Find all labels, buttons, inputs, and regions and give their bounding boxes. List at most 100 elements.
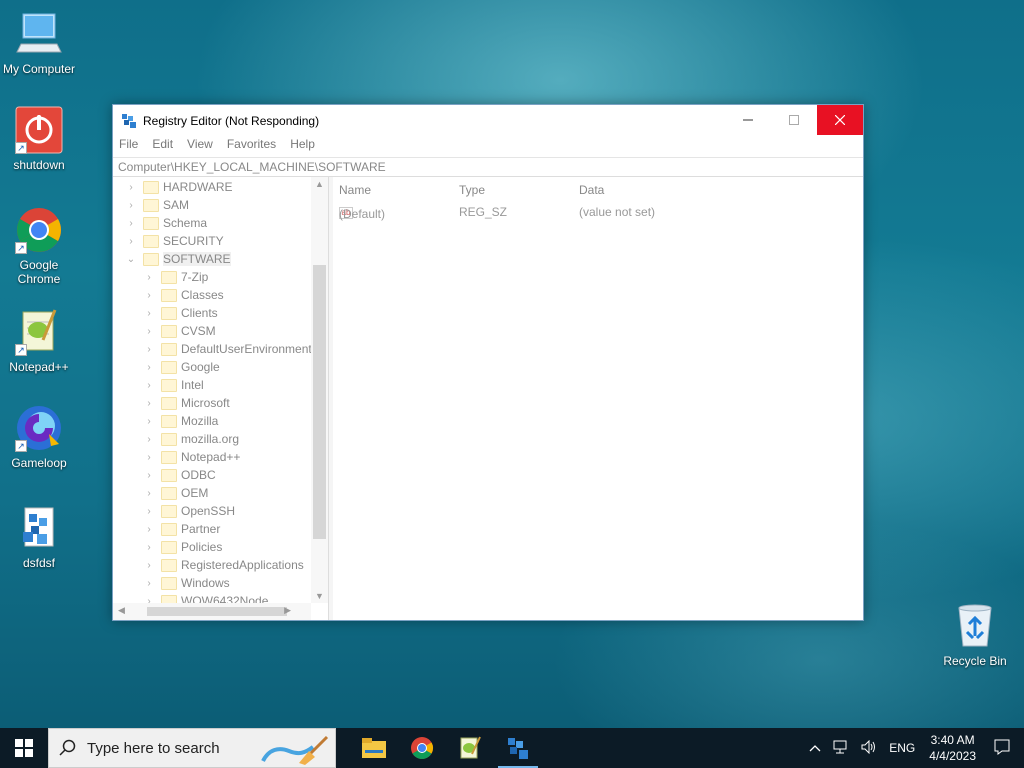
column-header-data[interactable]: Data	[579, 183, 604, 197]
tree-item-child[interactable]: › CVSM	[143, 322, 215, 340]
tree-item-child[interactable]: › DefaultUserEnvironment	[143, 340, 311, 358]
desktop-icon-shutdown[interactable]: ↗ shutdown	[1, 106, 77, 172]
chevron-right-icon[interactable]: ›	[143, 488, 155, 499]
chevron-right-icon[interactable]: ›	[143, 416, 155, 427]
tree-item-child[interactable]: › OEM	[143, 484, 208, 502]
scroll-down-icon[interactable]: ▼	[311, 591, 328, 601]
tree-item-child[interactable]: › Partner	[143, 520, 220, 538]
chevron-right-icon[interactable]: ›	[143, 272, 155, 283]
show-hidden-icons-chevron-up-icon[interactable]	[809, 741, 821, 755]
folder-icon	[161, 450, 177, 464]
tree-item-child[interactable]: › Intel	[143, 376, 203, 394]
notifications-icon[interactable]	[994, 739, 1010, 758]
menu-edit[interactable]: Edit	[152, 137, 173, 155]
menu-favorites[interactable]: Favorites	[227, 137, 276, 155]
chevron-right-icon[interactable]: ›	[125, 218, 137, 229]
scroll-thumb[interactable]	[147, 607, 287, 616]
chevron-right-icon[interactable]: ›	[143, 470, 155, 481]
start-button[interactable]	[0, 728, 48, 768]
tree-item-security[interactable]: › SECURITY	[125, 232, 223, 250]
clock[interactable]: 3:40 AM 4/4/2023	[929, 732, 976, 764]
search-icon	[59, 739, 76, 756]
tree-vertical-scrollbar[interactable]: ▲ ▼	[311, 177, 328, 603]
desktop-icon-google-chrome[interactable]: ↗ Google Chrome	[1, 206, 77, 286]
chevron-right-icon[interactable]: ›	[125, 200, 137, 211]
chevron-right-icon[interactable]: ›	[143, 578, 155, 589]
desktop-icon-label: shutdown	[13, 158, 65, 172]
folder-icon	[143, 216, 159, 230]
scroll-thumb[interactable]	[313, 265, 326, 539]
chevron-right-icon[interactable]: ›	[143, 452, 155, 463]
tree-item-child[interactable]: › OpenSSH	[143, 502, 235, 520]
recycle-bin-icon	[951, 602, 999, 650]
key-tree[interactable]: › HARDWARE › SAM › Schema › SECURITY ⌄ SOFTWA…	[113, 177, 329, 620]
chevron-right-icon[interactable]: ›	[143, 560, 155, 571]
value-row[interactable]: ab (Default) REG_SZ (value not set)	[333, 203, 863, 221]
tree-item-child[interactable]: › Google	[143, 358, 219, 376]
chevron-right-icon[interactable]: ›	[143, 398, 155, 409]
tree-item-child[interactable]: › Classes	[143, 286, 223, 304]
chevron-right-icon[interactable]: ›	[125, 182, 137, 193]
chevron-right-icon[interactable]: ›	[125, 236, 137, 247]
folder-icon	[362, 738, 386, 758]
minimize-button[interactable]	[725, 105, 771, 135]
tree-item-child[interactable]: › ODBC	[143, 466, 215, 484]
menu-view[interactable]: View	[187, 137, 213, 155]
desktop-icon-gameloop[interactable]: ↗ Gameloop	[1, 404, 77, 470]
chevron-right-icon[interactable]: ›	[143, 308, 155, 319]
tree-item-child[interactable]: › Clients	[143, 304, 217, 322]
address-bar[interactable]: Computer\HKEY_LOCAL_MACHINE\SOFTWARE	[113, 157, 863, 177]
taskbar-search-box[interactable]: Type here to search	[48, 728, 336, 768]
tree-item-sam[interactable]: › SAM	[125, 196, 189, 214]
taskbar-registry-editor[interactable]	[494, 728, 542, 768]
values-list[interactable]: Name Type Data ab (Default) REG_SZ (value…	[333, 177, 863, 620]
chevron-right-icon[interactable]: ›	[143, 506, 155, 517]
chevron-right-icon[interactable]: ›	[143, 524, 155, 535]
chevron-right-icon[interactable]: ›	[143, 434, 155, 445]
tree-item-child[interactable]: › Mozilla	[143, 412, 218, 430]
scroll-right-icon[interactable]: ▶	[284, 605, 291, 616]
tree-item-software[interactable]: ⌄ SOFTWARE	[125, 250, 231, 268]
chevron-right-icon[interactable]: ›	[143, 362, 155, 373]
shortcut-arrow-icon: ↗	[15, 440, 27, 452]
network-icon[interactable]	[833, 740, 849, 757]
gameloop-icon: ↗	[15, 404, 63, 452]
scroll-up-icon[interactable]: ▲	[311, 179, 328, 189]
taskbar-file-explorer[interactable]	[350, 728, 398, 768]
tree-item-child[interactable]: › Microsoft	[143, 394, 229, 412]
tree-item-child[interactable]: › Notepad++	[143, 448, 240, 466]
folder-icon	[143, 234, 159, 248]
column-header-name[interactable]: Name	[339, 183, 371, 197]
tree-item-child[interactable]: › Policies	[143, 538, 222, 556]
chevron-right-icon[interactable]: ›	[143, 290, 155, 301]
volume-icon[interactable]	[861, 739, 877, 757]
tree-item-schema[interactable]: › Schema	[125, 214, 207, 232]
desktop-icon-dsfdsf[interactable]: dsfdsf	[1, 504, 77, 570]
maximize-button[interactable]	[771, 105, 817, 135]
desktop-icon-my-computer[interactable]: My Computer	[1, 10, 77, 76]
tree-item-child[interactable]: › RegisteredApplications	[143, 556, 303, 574]
tree-item-child[interactable]: › 7-Zip	[143, 268, 208, 286]
title-bar[interactable]: Registry Editor (Not Responding)	[113, 105, 863, 137]
tree-horizontal-scrollbar[interactable]: ◀ ▶	[113, 603, 311, 620]
tree-item-hardware[interactable]: › HARDWARE	[125, 178, 232, 196]
desktop-icon-notepadpp[interactable]: ↗ Notepad++	[1, 308, 77, 374]
taskbar-chrome[interactable]	[398, 728, 446, 768]
scroll-left-icon[interactable]: ◀	[118, 605, 125, 616]
tree-item-child[interactable]: › mozilla.org	[143, 430, 239, 448]
desktop-icon-recycle-bin[interactable]: Recycle Bin	[937, 602, 1013, 668]
menu-file[interactable]: File	[119, 137, 138, 155]
chevron-right-icon[interactable]: ›	[143, 344, 155, 355]
chevron-down-icon[interactable]: ⌄	[125, 254, 137, 265]
chevron-right-icon[interactable]: ›	[143, 542, 155, 553]
folder-icon	[161, 306, 177, 320]
tree-item-child[interactable]: › Windows	[143, 574, 229, 592]
registry-editor-window[interactable]: Registry Editor (Not Responding) File Ed…	[112, 104, 864, 621]
chevron-right-icon[interactable]: ›	[143, 326, 155, 337]
language-indicator[interactable]: ENG	[889, 741, 915, 755]
close-button[interactable]	[817, 105, 863, 135]
taskbar-notepadpp[interactable]	[446, 728, 494, 768]
menu-help[interactable]: Help	[290, 137, 315, 155]
chevron-right-icon[interactable]: ›	[143, 380, 155, 391]
column-header-type[interactable]: Type	[459, 183, 485, 197]
